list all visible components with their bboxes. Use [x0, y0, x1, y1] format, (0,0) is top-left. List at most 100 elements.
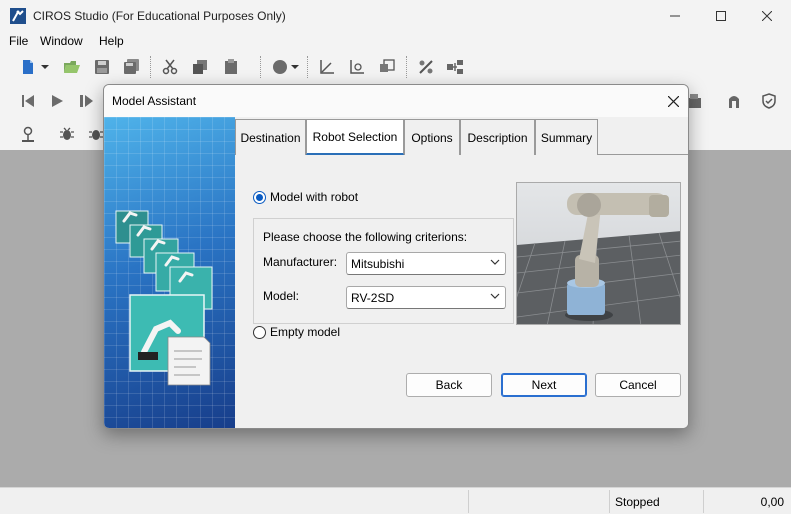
status-divider: [703, 490, 704, 513]
link-button[interactable]: [416, 57, 436, 77]
bug-step-icon: [89, 130, 103, 140]
shield-button[interactable]: [759, 91, 779, 111]
play-icon: [52, 95, 63, 107]
copy-button[interactable]: [190, 57, 210, 77]
user-button[interactable]: [18, 124, 38, 144]
save-icon: [95, 60, 109, 74]
tab-label: Robot Selection: [312, 129, 398, 144]
step-back-button[interactable]: [18, 91, 38, 111]
copy-icon: [193, 60, 207, 74]
dialog-titlebar: Model Assistant: [104, 85, 688, 117]
close-window-button[interactable]: [744, 0, 790, 32]
axes-icon: [320, 60, 334, 74]
tab-label: Description: [467, 130, 528, 145]
tab-label: Options: [411, 130, 453, 145]
radio-label: Empty model: [270, 325, 341, 339]
radio-button-checked[interactable]: [253, 190, 266, 204]
toolbar-separator: [307, 56, 308, 78]
axes-frame-icon: [350, 60, 364, 74]
tab-description[interactable]: Description: [460, 119, 535, 155]
robot-selection-panel: Model with robot Please choose the follo…: [235, 156, 688, 428]
wizard-tabs: Destination Robot Selection Options Desc…: [235, 117, 688, 155]
cut-button[interactable]: [160, 57, 180, 77]
coordinate-system-button[interactable]: [317, 57, 337, 77]
save-all-button[interactable]: [122, 57, 142, 77]
ciros-app-icon: [10, 8, 26, 24]
manufacturer-value: Mitsubishi: [351, 257, 405, 271]
step-forward-button[interactable]: [76, 91, 96, 111]
manufacturer-label: Manufacturer:: [263, 255, 338, 269]
chevron-down-icon: [490, 293, 500, 299]
back-button[interactable]: Back: [406, 373, 492, 397]
manufacturer-select[interactable]: Mitsubishi: [346, 252, 506, 275]
skip-back-icon: [22, 95, 34, 107]
next-button[interactable]: Next: [501, 373, 587, 397]
tab-options[interactable]: Options: [404, 119, 460, 155]
chevron-down-icon: [490, 259, 500, 265]
menu-window[interactable]: Window: [40, 34, 83, 48]
robot-preview-image: [516, 182, 681, 325]
status-bar: Stopped 0,00: [0, 487, 791, 514]
new-file-button[interactable]: [18, 57, 38, 77]
open-file-button[interactable]: [62, 57, 82, 77]
simulation-status: Stopped: [615, 495, 660, 509]
save-button[interactable]: [92, 57, 112, 77]
robot-cards-illustration: [115, 210, 213, 386]
tab-destination[interactable]: Destination: [235, 119, 306, 155]
bug-icon: [60, 127, 74, 140]
cancel-button[interactable]: Cancel: [595, 373, 681, 397]
model-select[interactable]: RV-2SD: [346, 286, 506, 309]
tab-label: Summary: [540, 130, 593, 145]
model-label: Model:: [263, 289, 300, 303]
step-forward-icon: [80, 95, 93, 107]
transform-icon: [380, 59, 395, 72]
status-divider: [609, 490, 610, 513]
gripper-button[interactable]: [724, 91, 744, 111]
maximize-icon: [716, 11, 726, 21]
play-button[interactable]: [47, 91, 67, 111]
dropdown-arrow-icon: [291, 65, 299, 69]
gripper-icon: [729, 96, 739, 108]
dialog-title: Model Assistant: [112, 94, 197, 108]
new-file-dropdown[interactable]: [39, 57, 51, 77]
window-title: CIROS Studio (For Educational Purposes O…: [33, 9, 286, 23]
close-icon: [762, 11, 772, 21]
shield-icon: [762, 93, 776, 109]
menu-file[interactable]: File: [9, 34, 28, 48]
minimize-button[interactable]: [652, 0, 698, 32]
new-file-icon: [23, 60, 33, 74]
open-folder-icon: [64, 61, 80, 73]
network-button[interactable]: [445, 57, 465, 77]
dropdown-arrow-icon: [41, 65, 49, 69]
model-assistant-dialog: Model Assistant Destination Robot Select…: [103, 84, 689, 429]
save-all-icon: [124, 59, 139, 74]
debug-button[interactable]: [57, 124, 77, 144]
coordinate-frame-button[interactable]: [347, 57, 367, 77]
window-titlebar: CIROS Studio (For Educational Purposes O…: [0, 0, 791, 32]
criteria-group: Please choose the following criterions: …: [253, 218, 514, 324]
record-dropdown[interactable]: [289, 57, 301, 77]
menu-bar: File Window Help: [0, 32, 791, 50]
status-value: 0,00: [760, 495, 784, 509]
dialog-close-button[interactable]: [664, 92, 682, 110]
toolbar-separator: [260, 56, 261, 78]
radio-label: Model with robot: [270, 190, 359, 204]
record-button[interactable]: [270, 57, 290, 77]
toolbar-separator: [406, 56, 407, 78]
paste-button[interactable]: [221, 57, 241, 77]
record-circle-icon: [273, 60, 287, 74]
empty-model-radio[interactable]: Empty model: [253, 325, 340, 339]
minimize-icon: [670, 15, 680, 17]
tab-robot-selection[interactable]: Robot Selection: [306, 119, 404, 155]
model-value: RV-2SD: [351, 291, 395, 305]
status-divider: [468, 490, 469, 513]
radio-button[interactable]: [253, 325, 266, 339]
maximize-button[interactable]: [698, 0, 744, 32]
tab-summary[interactable]: Summary: [535, 119, 598, 155]
transform-button[interactable]: [377, 57, 397, 77]
model-with-robot-radio[interactable]: Model with robot: [253, 190, 358, 204]
tab-label: Destination: [240, 130, 301, 145]
scissors-icon: [162, 59, 178, 75]
menu-help[interactable]: Help: [99, 34, 124, 48]
toolbar-separator: [150, 56, 151, 78]
